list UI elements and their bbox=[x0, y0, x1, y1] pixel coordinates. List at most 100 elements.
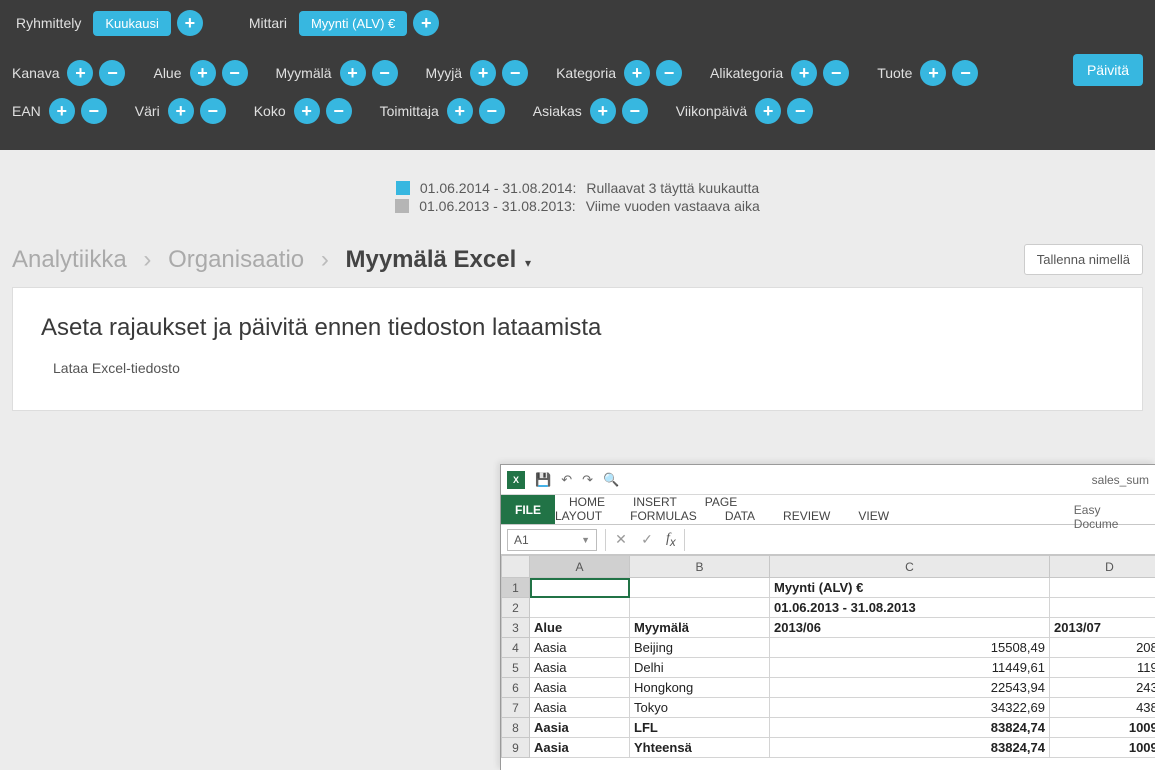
name-box[interactable]: A1 ▼ bbox=[507, 529, 597, 551]
filter-myymälä: Myymälä bbox=[276, 60, 398, 86]
row-header[interactable]: 2 bbox=[502, 598, 530, 618]
cell[interactable] bbox=[530, 578, 630, 598]
save-icon[interactable]: 💾 bbox=[535, 472, 551, 488]
filter-add-icon[interactable] bbox=[67, 60, 93, 86]
group-tag[interactable]: Kuukausi bbox=[93, 11, 170, 36]
cell[interactable]: 2080 bbox=[1050, 638, 1155, 658]
filter-add-icon[interactable] bbox=[447, 98, 473, 124]
cell[interactable]: 11449,61 bbox=[770, 658, 1050, 678]
filter-remove-icon[interactable] bbox=[502, 60, 528, 86]
redo-icon[interactable]: ↷ bbox=[582, 472, 593, 488]
row-header[interactable]: 1 bbox=[502, 578, 530, 598]
col-header[interactable]: D bbox=[1050, 556, 1155, 578]
cell[interactable]: 22543,94 bbox=[770, 678, 1050, 698]
cell[interactable]: Aasia bbox=[530, 638, 630, 658]
cell[interactable]: Myymälä bbox=[630, 618, 770, 638]
excel-grid[interactable]: ABCD 1 Myynti (ALV) € 2 01.06.2013 - 31.08.2… bbox=[501, 555, 1155, 770]
cell[interactable]: Hongkong bbox=[630, 678, 770, 698]
save-as-button[interactable]: Tallenna nimellä bbox=[1024, 244, 1143, 275]
fx-icon[interactable]: fx bbox=[660, 531, 682, 549]
filter-remove-icon[interactable] bbox=[656, 60, 682, 86]
filter-remove-icon[interactable] bbox=[952, 60, 978, 86]
cell[interactable] bbox=[630, 578, 770, 598]
cell[interactable]: 1196 bbox=[1050, 658, 1155, 678]
cell[interactable]: 2013/07 bbox=[1050, 618, 1155, 638]
filter-add-icon[interactable] bbox=[590, 98, 616, 124]
cell[interactable] bbox=[1050, 578, 1155, 598]
filter-remove-icon[interactable] bbox=[222, 60, 248, 86]
cell[interactable]: Aasia bbox=[530, 658, 630, 678]
update-button[interactable]: Päivitä bbox=[1073, 54, 1143, 86]
enter-icon[interactable]: ✓ bbox=[634, 531, 660, 548]
cell[interactable]: Beijing bbox=[630, 638, 770, 658]
row-header[interactable]: 4 bbox=[502, 638, 530, 658]
filter-remove-icon[interactable] bbox=[372, 60, 398, 86]
undo-icon[interactable]: ↶ bbox=[561, 472, 572, 488]
filter-remove-icon[interactable] bbox=[622, 98, 648, 124]
col-header[interactable]: B bbox=[630, 556, 770, 578]
crumb-current[interactable]: Myymälä Excel bbox=[345, 246, 516, 273]
dropdown-icon[interactable]: ▼ bbox=[581, 535, 590, 545]
cell[interactable]: 15508,49 bbox=[770, 638, 1050, 658]
filter-add-icon[interactable] bbox=[470, 60, 496, 86]
cell[interactable]: 83824,74 bbox=[770, 718, 1050, 738]
cell[interactable] bbox=[530, 598, 630, 618]
col-header[interactable]: C bbox=[770, 556, 1050, 578]
cell[interactable]: 2013/06 bbox=[770, 618, 1050, 638]
print-preview-icon[interactable]: 🔍 bbox=[603, 472, 619, 488]
row-header[interactable]: 8 bbox=[502, 718, 530, 738]
cell[interactable]: Delhi bbox=[630, 658, 770, 678]
download-excel-link[interactable]: Lataa Excel-tiedosto bbox=[41, 360, 1114, 376]
filter-add-icon[interactable] bbox=[791, 60, 817, 86]
filter-add-icon[interactable] bbox=[755, 98, 781, 124]
col-header[interactable]: A bbox=[530, 556, 630, 578]
cell[interactable]: LFL bbox=[630, 718, 770, 738]
filter-add-icon[interactable] bbox=[49, 98, 75, 124]
cell[interactable]: Yhteensä bbox=[630, 738, 770, 758]
cell[interactable]: Aasia bbox=[530, 718, 630, 738]
cell[interactable]: Alue bbox=[530, 618, 630, 638]
cell[interactable] bbox=[630, 598, 770, 618]
select-all-corner[interactable] bbox=[502, 556, 530, 578]
cancel-icon[interactable]: ✕ bbox=[608, 531, 634, 548]
ribbon-tab-file[interactable]: FILE bbox=[501, 495, 555, 524]
cell[interactable]: 10094 bbox=[1050, 718, 1155, 738]
filter-add-icon[interactable] bbox=[340, 60, 366, 86]
cell[interactable]: Aasia bbox=[530, 698, 630, 718]
row-header[interactable]: 7 bbox=[502, 698, 530, 718]
cell[interactable]: Tokyo bbox=[630, 698, 770, 718]
row-header[interactable]: 5 bbox=[502, 658, 530, 678]
cell[interactable]: Aasia bbox=[530, 678, 630, 698]
filter-remove-icon[interactable] bbox=[81, 98, 107, 124]
filter-remove-icon[interactable] bbox=[326, 98, 352, 124]
filter-remove-icon[interactable] bbox=[823, 60, 849, 86]
cell[interactable]: 4387 bbox=[1050, 698, 1155, 718]
cell[interactable]: 10094 bbox=[1050, 738, 1155, 758]
cell[interactable] bbox=[1050, 598, 1155, 618]
metric-add-icon[interactable] bbox=[413, 10, 439, 36]
crumb-organisation[interactable]: Organisaatio bbox=[168, 246, 304, 273]
filter-remove-icon[interactable] bbox=[200, 98, 226, 124]
excel-ribbon: FILE HOMEINSERTPAGE LAYOUTFORMULASDATARE… bbox=[501, 495, 1155, 525]
filter-add-icon[interactable] bbox=[190, 60, 216, 86]
metric-tag[interactable]: Myynti (ALV) € bbox=[299, 11, 407, 36]
group-add-icon[interactable] bbox=[177, 10, 203, 36]
cell[interactable]: Aasia bbox=[530, 738, 630, 758]
filter-add-icon[interactable] bbox=[294, 98, 320, 124]
cell[interactable]: 83824,74 bbox=[770, 738, 1050, 758]
filter-remove-icon[interactable] bbox=[99, 60, 125, 86]
cell[interactable]: 2430 bbox=[1050, 678, 1155, 698]
filter-remove-icon[interactable] bbox=[787, 98, 813, 124]
row-header[interactable]: 3 bbox=[502, 618, 530, 638]
filter-add-icon[interactable] bbox=[920, 60, 946, 86]
row-header[interactable]: 6 bbox=[502, 678, 530, 698]
caret-down-icon[interactable]: ▾ bbox=[525, 256, 531, 270]
filter-add-icon[interactable] bbox=[168, 98, 194, 124]
crumb-analytics[interactable]: Analytiikka bbox=[12, 246, 127, 273]
cell[interactable]: 34322,69 bbox=[770, 698, 1050, 718]
row-header[interactable]: 9 bbox=[502, 738, 530, 758]
filter-add-icon[interactable] bbox=[624, 60, 650, 86]
cell[interactable]: 01.06.2013 - 31.08.2013 bbox=[770, 598, 1050, 618]
cell[interactable]: Myynti (ALV) € bbox=[770, 578, 1050, 598]
filter-remove-icon[interactable] bbox=[479, 98, 505, 124]
